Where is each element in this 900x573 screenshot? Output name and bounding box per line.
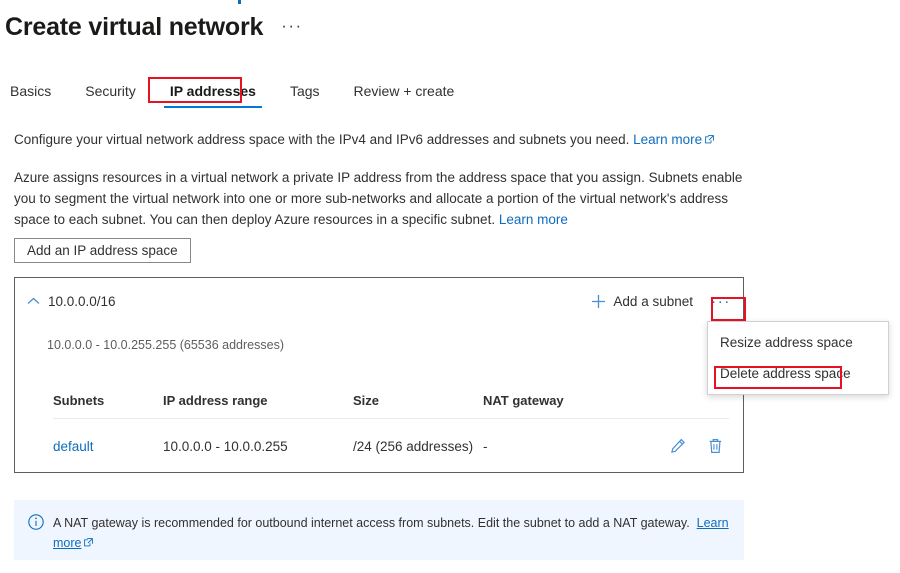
context-menu-item-delete-address-space[interactable]: Delete address space: [708, 358, 888, 389]
tab-ip-addresses[interactable]: IP addresses: [160, 78, 266, 108]
description-paragraph-1-text: Configure your virtual network address s…: [14, 132, 630, 147]
learn-more-link-1[interactable]: Learn more: [633, 132, 702, 147]
tab-tags[interactable]: Tags: [280, 78, 330, 108]
wizard-tabs: Basics Security IP addresses Tags Review…: [0, 78, 464, 108]
add-a-subnet-label: Add a subnet: [613, 293, 693, 309]
address-space-more-menu-icon[interactable]: ···: [707, 290, 735, 312]
nat-gateway-info-banner: A NAT gateway is recommended for outboun…: [14, 500, 744, 560]
tab-review-create[interactable]: Review + create: [344, 78, 465, 108]
chevron-up-icon[interactable]: [20, 297, 46, 306]
subnet-table: Subnets IP address range Size NAT gatewa…: [53, 382, 729, 473]
edit-pencil-icon[interactable]: [670, 438, 686, 454]
context-menu-item-resize-address-space[interactable]: Resize address space: [708, 327, 888, 358]
info-banner-text: A NAT gateway is recommended for outboun…: [53, 513, 730, 560]
address-space-panel: 10.0.0.0/16 Add a subnet ··· 10.0.0.0 - …: [14, 277, 744, 473]
top-edge-sliver: [238, 0, 241, 4]
description-paragraph-1: Configure your virtual network address s…: [14, 129, 754, 150]
info-banner-message: A NAT gateway is recommended for outboun…: [53, 516, 690, 530]
subnet-name-link[interactable]: default: [53, 439, 163, 454]
description-paragraph-2: Azure assigns resources in a virtual net…: [14, 167, 744, 230]
address-space-context-menu: Resize address space Delete address spac…: [707, 321, 889, 395]
column-header-nat-gateway: NAT gateway: [483, 392, 564, 408]
subnet-table-header-row: Subnets IP address range Size NAT gatewa…: [53, 382, 729, 419]
plus-icon: [592, 294, 606, 308]
subnet-ip-range: 10.0.0.0 - 10.0.0.255: [163, 438, 288, 454]
delete-trash-icon[interactable]: [708, 438, 723, 454]
tab-security[interactable]: Security: [75, 78, 146, 108]
subnet-size: /24 (256 addresses): [353, 438, 474, 454]
column-header-size: Size: [353, 392, 380, 408]
learn-more-link-2[interactable]: Learn more: [499, 212, 568, 227]
external-link-icon: [705, 135, 715, 144]
add-ip-address-space-button[interactable]: Add an IP address space: [14, 238, 191, 263]
page-header: Create virtual network ···: [5, 12, 303, 42]
tab-basics[interactable]: Basics: [0, 78, 61, 108]
subnet-row-actions: [670, 438, 729, 454]
address-space-header-actions: Add a subnet ···: [587, 290, 743, 313]
info-circle-icon: [28, 514, 44, 530]
add-a-subnet-button[interactable]: Add a subnet: [587, 290, 697, 313]
address-space-header: 10.0.0.0/16 Add a subnet ···: [15, 278, 743, 324]
description-paragraph-2-text: Azure assigns resources in a virtual net…: [14, 170, 743, 227]
page-more-menu-icon[interactable]: ···: [281, 16, 302, 36]
address-space-cidr: 10.0.0.0/16: [48, 293, 116, 309]
page-title: Create virtual network: [5, 13, 264, 41]
subnet-nat-gateway: -: [483, 438, 488, 454]
external-link-icon: [84, 538, 94, 547]
table-row: default 10.0.0.0 - 10.0.0.255 /24 (256 a…: [53, 419, 729, 473]
column-header-subnets: Subnets: [53, 392, 105, 408]
subnet-name-link-text[interactable]: default: [53, 439, 94, 454]
address-space-range-summary: 10.0.0.0 - 10.0.255.255 (65536 addresses…: [47, 338, 284, 352]
column-header-ip-address-range: IP address range: [163, 392, 268, 408]
